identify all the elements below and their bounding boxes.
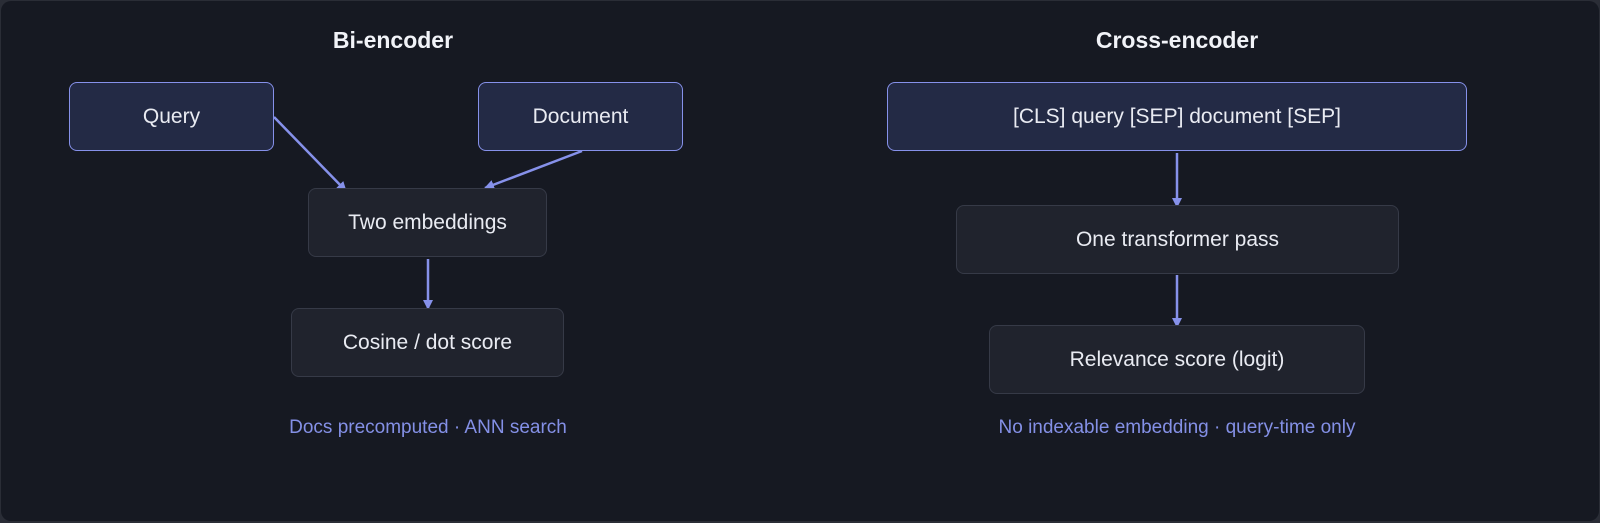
- bi-encoder-title: Bi-encoder: [332, 27, 454, 53]
- query-node: Query: [69, 82, 274, 151]
- cross-encoder-title: Cross-encoder: [1095, 27, 1259, 53]
- bi-encoder-note: Docs precomputed · ANN search: [289, 417, 567, 438]
- relevance-score-node: Relevance score (logit): [989, 325, 1365, 394]
- diagram-canvas: Bi-encoder Query Document Two embeddings…: [1, 1, 1599, 521]
- document-node: Document: [478, 82, 683, 151]
- bi-score-node: Cosine / dot score: [291, 308, 564, 377]
- transformer-pass-node: One transformer pass: [956, 205, 1399, 274]
- embeddings-node: Two embeddings: [308, 188, 547, 257]
- cross-encoder-note: No indexable embedding · query-time only: [998, 417, 1356, 438]
- arrow-document-to-embeddings: [484, 149, 583, 190]
- arrow-query-to-embeddings: [273, 116, 347, 192]
- cross-input-node: [CLS] query [SEP] document [SEP]: [887, 82, 1467, 151]
